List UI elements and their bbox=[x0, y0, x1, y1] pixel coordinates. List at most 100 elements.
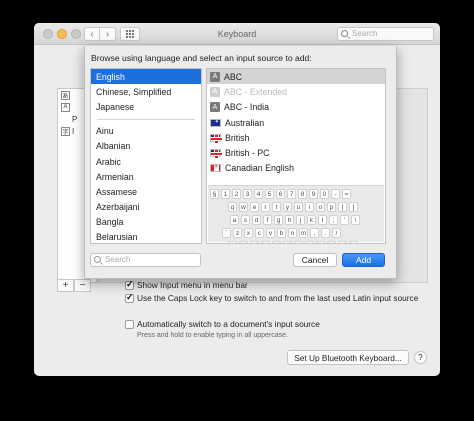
uk-flag-icon bbox=[210, 149, 222, 159]
input-source-label: ABC - India bbox=[224, 102, 269, 113]
language-list[interactable]: English Chinese, Simplified Japanese Ainu Al… bbox=[90, 68, 202, 244]
keyboard-key: 1 bbox=[221, 189, 230, 199]
input-source-icon: 字 bbox=[61, 126, 70, 136]
keyboard-key: v bbox=[266, 228, 275, 238]
keyboard-key: u bbox=[294, 202, 303, 212]
add-remove-controls: + − bbox=[57, 279, 91, 292]
language-separator bbox=[97, 118, 195, 120]
caps-lock-checkbox[interactable] bbox=[125, 292, 134, 303]
language-search-placeholder: Search bbox=[105, 255, 131, 264]
search-placeholder: Search bbox=[352, 29, 378, 38]
caps-lock-label: Use the Caps Lock key to switch to and f… bbox=[137, 293, 419, 303]
keyboard-key: x bbox=[244, 228, 253, 238]
keyboard-key: ` bbox=[222, 228, 231, 238]
input-source-item[interactable]: British - PC bbox=[207, 145, 385, 160]
keyboard-key: m bbox=[299, 228, 308, 238]
keyboard-row: § 1 2 3 4 5 6 7 8 9 0- = bbox=[208, 189, 384, 200]
keyboard-key bbox=[349, 241, 358, 243]
keyboard-key: b bbox=[277, 228, 286, 238]
keyboard-key: h bbox=[285, 215, 294, 225]
keyboard-key: a bbox=[230, 215, 239, 225]
input-source-item[interactable]: Canadian English bbox=[207, 161, 385, 176]
input-source-label: British - PC bbox=[225, 148, 270, 159]
keyboard-key: [ bbox=[338, 202, 347, 212]
keyboard-row: a s d f g h j k l; ' \ bbox=[208, 215, 384, 226]
letter-a-icon: A bbox=[210, 71, 220, 82]
auto-switch-label: Automatically switch to a document's inp… bbox=[137, 319, 320, 329]
canada-flag-icon bbox=[210, 164, 221, 173]
keyboard-key: d bbox=[252, 215, 261, 225]
keyboard-key: l bbox=[318, 215, 327, 225]
keyboard-key: 7 bbox=[287, 189, 296, 199]
keyboard-key: n bbox=[288, 228, 297, 238]
caps-lock-option[interactable]: Use the Caps Lock key to switch to and f… bbox=[125, 292, 419, 303]
show-input-menu-option[interactable]: Show Input menu in menu bar bbox=[125, 279, 248, 290]
language-item[interactable]: Japanese bbox=[91, 99, 201, 114]
keyboard-key: z bbox=[233, 228, 242, 238]
language-item[interactable]: Bangla bbox=[91, 215, 201, 230]
keyboard-key bbox=[261, 241, 270, 243]
language-item[interactable]: Ainu bbox=[91, 124, 201, 139]
input-source-item[interactable]: A ABC - Extended bbox=[207, 84, 385, 99]
keyboard-key: \ bbox=[351, 215, 360, 225]
language-item[interactable]: Belarusian bbox=[91, 230, 201, 243]
keyboard-key: p bbox=[327, 202, 336, 212]
keyboard-key bbox=[338, 241, 347, 243]
keyboard-key: o bbox=[316, 202, 325, 212]
keyboard-key: t bbox=[272, 202, 281, 212]
preferences-search-field[interactable]: Search bbox=[337, 27, 434, 41]
keyboard-key: s bbox=[241, 215, 250, 225]
input-source-label: Canadian English bbox=[225, 163, 294, 174]
input-source-item[interactable]: British bbox=[207, 130, 385, 145]
letter-a-icon: A bbox=[210, 102, 220, 113]
keyboard-key: e bbox=[250, 202, 259, 212]
add-input-source-button[interactable]: + bbox=[57, 279, 74, 292]
keyboard-key: 4 bbox=[254, 189, 263, 199]
language-item[interactable]: English bbox=[91, 69, 201, 85]
input-source-item[interactable]: A ABC bbox=[207, 69, 385, 85]
auto-switch-option[interactable]: Automatically switch to a document's inp… bbox=[125, 319, 320, 329]
language-search-field[interactable]: Search bbox=[90, 253, 201, 267]
auto-switch-checkbox[interactable] bbox=[125, 320, 134, 329]
language-item[interactable]: Chinese, Simplified bbox=[91, 84, 201, 99]
input-source-item[interactable]: A ABC - India bbox=[207, 100, 385, 115]
keyboard-key: , bbox=[310, 228, 319, 238]
caps-lock-note: Press and hold to enable typing in all u… bbox=[137, 332, 288, 339]
add-button[interactable]: Add bbox=[342, 253, 385, 267]
keyboard-key: k bbox=[307, 215, 316, 225]
remove-input-source-button[interactable]: − bbox=[74, 279, 91, 292]
keyboard-key: 2 bbox=[232, 189, 241, 199]
keyboard-key: ] bbox=[349, 202, 358, 212]
keyboard-row: ` z x c v b n m,. / bbox=[208, 228, 384, 239]
language-item[interactable]: Albanian bbox=[91, 139, 201, 154]
input-source-rows: A ABC A ABC - Extended A ABC - India Australia… bbox=[207, 69, 385, 176]
keyboard-key bbox=[283, 241, 292, 243]
keyboard-key bbox=[250, 241, 259, 243]
input-source-choices[interactable]: A ABC A ABC - Extended A ABC - India Australia… bbox=[206, 68, 386, 244]
cancel-button[interactable]: Cancel bbox=[293, 253, 337, 267]
input-source-label: I bbox=[72, 126, 75, 136]
keyboard-key: j bbox=[296, 215, 305, 225]
language-item[interactable]: Assamese bbox=[91, 184, 201, 199]
keyboard-key: y bbox=[283, 202, 292, 212]
language-item[interactable]: Arabic bbox=[91, 154, 201, 169]
keyboard-key: ' bbox=[340, 215, 349, 225]
language-item[interactable]: Armenian bbox=[91, 169, 201, 184]
input-source-item[interactable]: Australian bbox=[207, 115, 385, 130]
keyboard-key: 9 bbox=[309, 189, 318, 199]
input-source-icon: あ bbox=[61, 90, 70, 100]
keyboard-key: g bbox=[274, 215, 283, 225]
keyboard-key: . bbox=[321, 228, 330, 238]
keyboard-layout-preview: § 1 2 3 4 5 6 7 8 9 0- = q w e r t y u i o p[] a s d f g h j k l; ' \ ` z x… bbox=[208, 185, 384, 243]
keyboard-key: f bbox=[263, 215, 272, 225]
keyboard-key bbox=[327, 241, 336, 243]
setup-bluetooth-keyboard-button[interactable]: Set Up Bluetooth Keyboard... bbox=[287, 350, 409, 365]
uk-flag-icon bbox=[210, 133, 222, 143]
keyboard-key: / bbox=[332, 228, 341, 238]
show-input-menu-checkbox[interactable] bbox=[125, 279, 134, 290]
help-button[interactable]: ? bbox=[414, 351, 427, 364]
keyboard-key bbox=[294, 241, 303, 243]
keyboard-key bbox=[316, 241, 325, 243]
keyboard-key: 8 bbox=[298, 189, 307, 199]
language-item[interactable]: Azerbaijani bbox=[91, 200, 201, 215]
